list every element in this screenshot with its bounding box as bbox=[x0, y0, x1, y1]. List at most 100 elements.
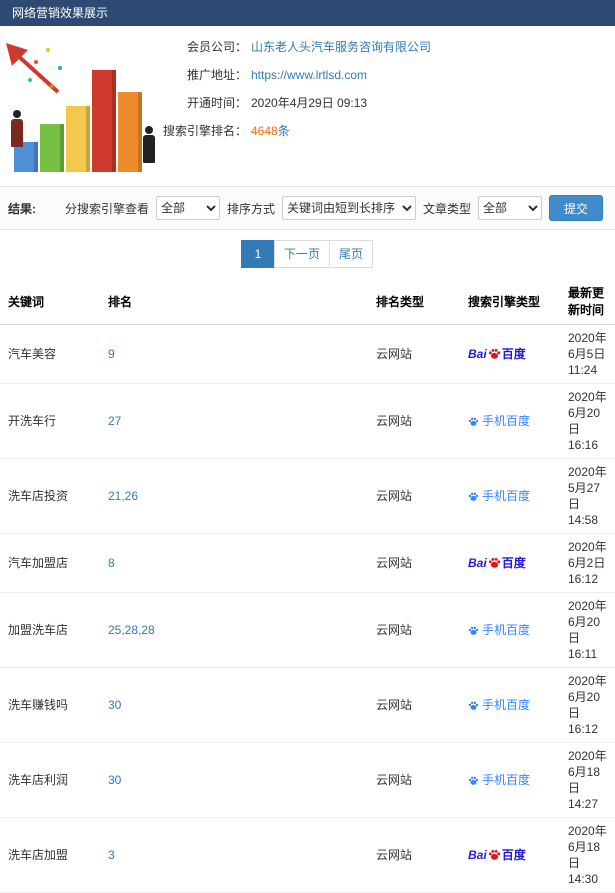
keyword-cell: 洗车赚钱吗 bbox=[0, 667, 100, 743]
bar-chart-illustration bbox=[0, 26, 155, 186]
rank-link[interactable]: 27 bbox=[108, 414, 121, 428]
page: 网络营销效果展示 会员公司： 山东老人头汽车服务咨询有限公司 推广地址： htt… bbox=[0, 0, 615, 893]
chart-bar bbox=[40, 124, 64, 172]
engine-cell: Bai 百度 bbox=[460, 817, 560, 893]
submit-button[interactable]: 提交 bbox=[548, 195, 603, 221]
rank-type-cell: 云网站 bbox=[368, 742, 460, 818]
filter-controls: 分搜索引擎查看 全部 排序方式 关键词由短到长排序 文章类型 全部 提交 bbox=[65, 195, 603, 221]
engine-cell: 手机百度 bbox=[460, 667, 560, 743]
promo-url-row: 推广地址： https://www.lrtlsd.com bbox=[155, 66, 615, 84]
keyword-cell: 汽车美容 bbox=[0, 324, 100, 384]
table-row: 洗车店投资 21,26 云网站 手机百度 2020年5月27日 14:58 bbox=[0, 458, 615, 534]
next-page-button[interactable]: 下一页 bbox=[273, 240, 330, 268]
rank-cell: 27 bbox=[100, 383, 368, 459]
chart-bar bbox=[92, 70, 116, 172]
engine-cell: Bai 百度 bbox=[460, 533, 560, 593]
table-row: 加盟洗车店 25,28,28 云网站 手机百度 2020年6月20日 16:11 bbox=[0, 592, 615, 668]
engine-filter-label: 分搜索引擎查看 bbox=[64, 201, 149, 216]
rank-cell: 25,28,28 bbox=[100, 592, 368, 668]
mobile-baidu-label: 手机百度 bbox=[482, 623, 531, 637]
rank-type-cell: 云网站 bbox=[368, 458, 460, 534]
chart-bar bbox=[118, 92, 142, 172]
results-filter-bar: 结果: 分搜索引擎查看 全部 排序方式 关键词由短到长排序 文章类型 全部 提交 bbox=[0, 186, 615, 230]
mobile-baidu-paw-icon bbox=[468, 626, 479, 635]
rank-type-cell: 云网站 bbox=[368, 533, 460, 593]
rank-cell: 8 bbox=[100, 533, 368, 593]
baidu-paw-icon bbox=[488, 849, 500, 860]
mobile-baidu-paw-icon bbox=[468, 492, 479, 501]
engine-rank-count: 4648 bbox=[251, 124, 278, 138]
baidu-paw-icon bbox=[488, 348, 500, 359]
rank-type-cell: 云网站 bbox=[368, 324, 460, 384]
baidu-logo-text-du: 百度 bbox=[501, 848, 526, 862]
article-type-label: 文章类型 bbox=[422, 201, 471, 216]
rank-link[interactable]: 9 bbox=[108, 347, 115, 361]
person-figure bbox=[10, 110, 24, 147]
engine-rank-unit: 条 bbox=[277, 124, 290, 138]
engine-rank-label: 搜索引擎排名： bbox=[162, 124, 247, 138]
header-rank: 排名 bbox=[100, 278, 368, 325]
company-label: 会员公司： bbox=[186, 40, 247, 54]
engine-rank-row: 搜索引擎排名： 4648 条 bbox=[155, 122, 615, 140]
engine-cell: Bai 百度 bbox=[460, 324, 560, 384]
rank-link[interactable]: 3 bbox=[108, 848, 115, 862]
last-page-button[interactable]: 尾页 bbox=[329, 240, 374, 268]
table-row: 洗车店利润 30 云网站 手机百度 2020年6月18日 14:27 bbox=[0, 742, 615, 818]
growth-arrow-icon bbox=[6, 43, 60, 94]
keyword-cell: 洗车店加盟 bbox=[0, 817, 100, 893]
updated-cell: 2020年6月20日 16:16 bbox=[560, 383, 615, 459]
rank-type-cell: 云网站 bbox=[368, 592, 460, 668]
sort-mode-select[interactable]: 关键词由短到长排序 bbox=[281, 196, 416, 220]
table-row: 开洗车行 27 云网站 手机百度 2020年6月20日 16:16 bbox=[0, 383, 615, 459]
rank-link[interactable]: 30 bbox=[108, 698, 121, 712]
pagination: 1 下一页 尾页 bbox=[0, 240, 615, 268]
rank-type-cell: 云网站 bbox=[368, 667, 460, 743]
keyword-cell: 洗车店投资 bbox=[0, 458, 100, 534]
company-row: 会员公司： 山东老人头汽车服务咨询有限公司 bbox=[155, 38, 615, 56]
article-type-select[interactable]: 全部 bbox=[477, 196, 542, 220]
table-row: 洗车店加盟 3 云网站 Bai 百度 2020年6月18日 14:30 bbox=[0, 817, 615, 893]
page-number-current[interactable]: 1 bbox=[240, 240, 275, 268]
rank-link[interactable]: 25,28,28 bbox=[108, 623, 155, 637]
confetti-dot bbox=[50, 84, 54, 88]
baidu-logo-text-bai: Bai bbox=[468, 848, 487, 862]
confetti-dot bbox=[34, 60, 38, 64]
rank-link[interactable]: 30 bbox=[108, 773, 121, 787]
baidu-logo-text-du: 百度 bbox=[501, 556, 526, 570]
keyword-cell: 开洗车行 bbox=[0, 383, 100, 459]
table-row: 汽车加盟店 8 云网站 Bai 百度 2020年6月2日 16:12 bbox=[0, 533, 615, 593]
confetti-dot bbox=[46, 48, 50, 52]
keyword-ranking-table: 关键词 排名 排名类型 搜索引擎类型 最新更新时间 汽车美容 9 云网站 Bai 百度 2… bbox=[0, 278, 615, 893]
confetti-dot bbox=[28, 78, 32, 82]
person-figure bbox=[142, 126, 156, 163]
opened-time-row: 开通时间： 2020年4月29日 09:13 bbox=[155, 94, 615, 112]
rank-link[interactable]: 8 bbox=[108, 556, 115, 570]
mobile-baidu-paw-icon bbox=[468, 701, 479, 710]
table-row: 洗车赚钱吗 30 云网站 手机百度 2020年6月20日 16:12 bbox=[0, 667, 615, 743]
keyword-cell: 汽车加盟店 bbox=[0, 533, 100, 593]
page-header-bar: 网络营销效果展示 bbox=[0, 0, 615, 26]
mobile-baidu-label: 手机百度 bbox=[482, 414, 531, 428]
confetti-dot bbox=[58, 66, 62, 70]
engine-cell: 手机百度 bbox=[460, 383, 560, 459]
header-updated: 最新更新时间 bbox=[560, 278, 615, 325]
rank-link[interactable]: 21,26 bbox=[108, 489, 138, 503]
baidu-paw-icon bbox=[488, 557, 500, 568]
chart-bar bbox=[66, 106, 90, 172]
header-engine-type: 搜索引擎类型 bbox=[460, 278, 560, 325]
promo-url-link[interactable]: https://www.lrtlsd.com bbox=[251, 66, 367, 84]
mobile-baidu-paw-icon bbox=[468, 417, 479, 426]
baidu-logo-text-du: 百度 bbox=[501, 347, 526, 361]
account-details: 会员公司： 山东老人头汽车服务咨询有限公司 推广地址： https://www.… bbox=[155, 26, 615, 186]
promo-url-label: 推广地址： bbox=[186, 68, 247, 82]
results-section-title: 结果: bbox=[8, 201, 36, 216]
engine-filter-select[interactable]: 全部 bbox=[155, 196, 220, 220]
engine-cell: 手机百度 bbox=[460, 742, 560, 818]
updated-cell: 2020年5月27日 14:58 bbox=[560, 458, 615, 534]
rank-type-cell: 云网站 bbox=[368, 817, 460, 893]
sort-mode-label: 排序方式 bbox=[226, 201, 275, 216]
company-link[interactable]: 山东老人头汽车服务咨询有限公司 bbox=[251, 38, 431, 56]
updated-cell: 2020年6月5日 11:24 bbox=[560, 324, 615, 384]
updated-cell: 2020年6月2日 16:12 bbox=[560, 533, 615, 593]
mobile-baidu-label: 手机百度 bbox=[482, 489, 531, 503]
